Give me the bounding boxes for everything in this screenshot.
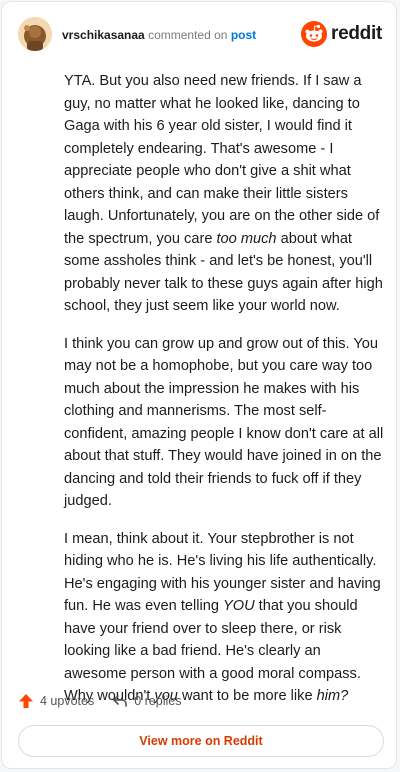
- comment-emphasis: too much: [216, 230, 277, 247]
- reddit-brand[interactable]: reddit: [301, 19, 382, 49]
- comment-emphasis: YOU: [223, 598, 255, 614]
- comment-paragraph: I mean, think about it. Your stepbrother…: [64, 528, 386, 708]
- comment-meta: vrschikasanaa commented on post: [62, 27, 256, 43]
- comment-paragraph: YTA. But you also need new friends. If I…: [64, 70, 386, 318]
- reply-count: 0 replies: [134, 694, 182, 708]
- comment-footer: 4 upvotes 0 replies: [18, 691, 199, 711]
- view-more-button[interactable]: View more on Reddit: [18, 725, 384, 757]
- reply-button[interactable]: 0 replies: [112, 693, 181, 709]
- action-text: commented on: [148, 28, 228, 42]
- post-link[interactable]: post: [231, 28, 256, 42]
- comment-emphasis: him?: [316, 688, 349, 704]
- avatar-image: [18, 17, 52, 51]
- upvote-button[interactable]: 4 upvotes: [18, 693, 94, 709]
- comment-text: YTA. But you also need new friends. If I…: [64, 73, 380, 247]
- user-avatar[interactable]: [18, 17, 52, 51]
- reddit-wordmark: reddit: [331, 23, 382, 44]
- reddit-logo-icon: [301, 21, 328, 47]
- upvote-count: 4 upvotes: [40, 694, 95, 708]
- comment-body: YTA. But you also need new friends. If I…: [64, 70, 386, 723]
- comment-card: vrschikasanaa commented on post reddit Y…: [1, 1, 397, 769]
- reply-arrow-icon: [113, 695, 128, 707]
- comment-paragraph: I think you can grow up and grow out of …: [64, 333, 386, 513]
- comment-text: I think you can grow up and grow out of …: [64, 335, 384, 510]
- username[interactable]: vrschikasanaa: [62, 28, 145, 42]
- upvote-arrow-icon: [19, 694, 33, 708]
- comment-header: vrschikasanaa commented on post reddit: [18, 17, 382, 53]
